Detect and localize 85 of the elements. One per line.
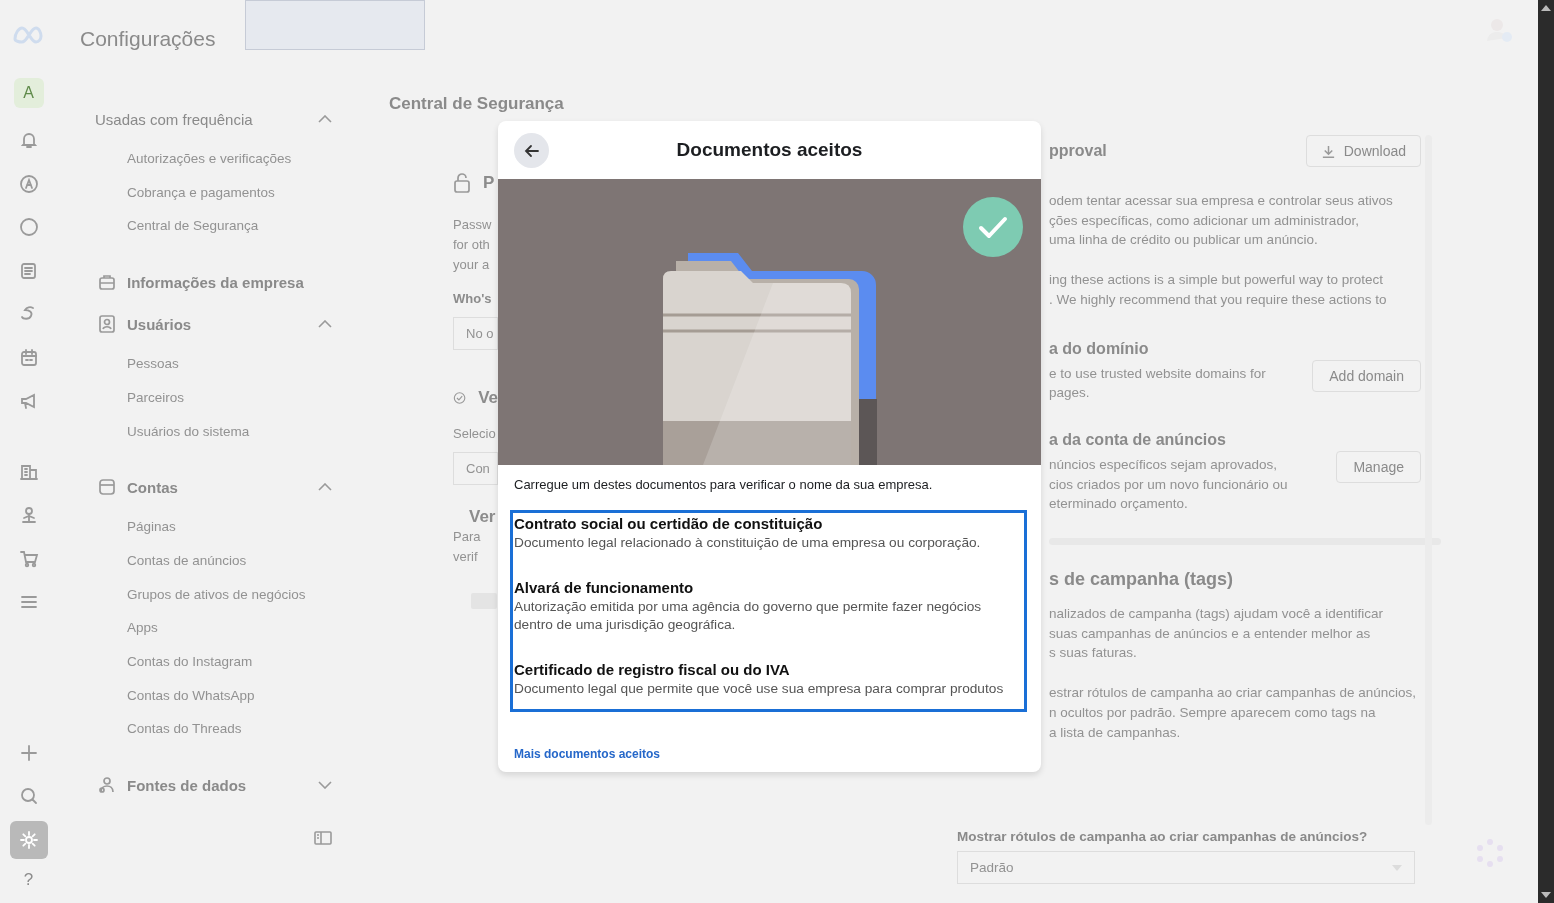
folder-icon bbox=[97, 477, 117, 498]
card-heading: a do domínio bbox=[1049, 339, 1149, 357]
sidebar-section-title[interactable]: Informações da empresa bbox=[127, 273, 332, 291]
briefcase-icon bbox=[97, 272, 117, 293]
description-text: ing these actions is a simple but powerful way to protect . We highly recommend that you require these actions to bbox=[1049, 271, 1388, 309]
sidebar-item[interactable]: Páginas bbox=[127, 510, 370, 544]
people-icon bbox=[97, 775, 117, 796]
more-documents-link[interactable]: Mais documentos aceitos bbox=[514, 747, 661, 761]
description-text: verif bbox=[453, 548, 479, 566]
chevron-up-icon[interactable] bbox=[318, 320, 332, 329]
sidebar-item[interactable]: Apps bbox=[127, 611, 370, 646]
sidebar-section-title[interactable]: Usadas com frequência bbox=[95, 110, 318, 128]
sidebar-item[interactable]: Contas do Instagram bbox=[127, 645, 370, 679]
chevron-up-icon[interactable] bbox=[318, 483, 332, 492]
sidebar-item[interactable]: Autorizações e verificações bbox=[127, 142, 370, 176]
document-icon bbox=[18, 260, 39, 281]
bell-icon bbox=[18, 130, 39, 150]
select-field[interactable]: Padrão bbox=[957, 851, 1415, 884]
sidebar-section-title[interactable]: Usuários bbox=[127, 315, 318, 333]
sidebar-section-title[interactable]: Fontes de dados bbox=[127, 776, 318, 794]
section-title: Central de Segurança bbox=[389, 94, 565, 114]
person-icon bbox=[97, 314, 117, 335]
back-arrow-icon bbox=[523, 142, 540, 159]
circle-a-icon bbox=[18, 173, 39, 194]
window-scrollbar[interactable] bbox=[1538, 0, 1554, 903]
search-icon bbox=[18, 786, 39, 806]
chevron-down-icon[interactable] bbox=[318, 781, 332, 790]
description-text: estrar rótulos de campanha ao criar campanhas de anúncios, n ocultos por padrão. Sempre aparecem como tags na a lista de campanhas. bbox=[1049, 684, 1417, 742]
download-icon bbox=[1320, 143, 1336, 159]
description-text: for oth bbox=[453, 236, 491, 254]
sidebar-item[interactable]: Pessoas bbox=[127, 347, 370, 381]
chevron-up-icon[interactable] bbox=[318, 115, 332, 123]
description-text: nalizados de campanha (tags) ajudam você a identificar suas campanhas de anúncios e a entender melhor as s suas faturas. bbox=[1049, 605, 1384, 663]
document-description: Autorização emitida por uma agência do governo que permite fazer negócios dentro de uma jurisdição geográfica. bbox=[514, 598, 983, 634]
panel-toggle-icon[interactable] bbox=[314, 831, 332, 846]
description-text: your a bbox=[453, 256, 491, 274]
select-field[interactable]: Con bbox=[453, 452, 498, 485]
page-title: Configurações bbox=[80, 27, 217, 51]
help-button[interactable]: ? bbox=[15, 868, 42, 892]
sidebar-item[interactable]: Central de Segurança bbox=[127, 209, 370, 244]
sidebar-item[interactable]: Grupos de ativos de negócios bbox=[127, 577, 370, 612]
document-title: Contrato social ou certidão de constituição bbox=[514, 514, 824, 534]
download-button[interactable]: Download bbox=[1305, 135, 1421, 167]
document-title: Certificado de registro fiscal ou do IVA bbox=[514, 660, 791, 680]
document-title: Alvará de funcionamento bbox=[514, 578, 695, 598]
card-heading: Ve bbox=[478, 388, 498, 408]
description-text: núncios específicos sejam aprovados, cios criados por um novo funcionário ou eterminado orçamento. bbox=[1049, 455, 1288, 514]
document-description: Documento legal que permite que você use sua empresa para comprar produtos bbox=[514, 680, 1005, 698]
card-heading: P bbox=[483, 173, 495, 193]
card-icon bbox=[471, 593, 497, 609]
sidebar-item[interactable]: Cobrança e pagamentos bbox=[127, 175, 370, 210]
description-text: Para bbox=[453, 528, 482, 546]
sidebar-section-title[interactable]: Contas bbox=[127, 478, 318, 496]
field-label: Who's bbox=[453, 290, 493, 308]
action-button[interactable]: Add domain bbox=[1312, 359, 1421, 392]
sidebar-item[interactable]: Usuários do sistema bbox=[127, 414, 370, 449]
gear-button[interactable] bbox=[9, 820, 48, 859]
instruction-text: Carregue um destes documentos para verificar o nome da sua empresa. bbox=[514, 477, 934, 493]
lock-icon bbox=[453, 173, 471, 193]
subheading: Ver bbox=[469, 507, 497, 527]
sidebar-item[interactable]: Parceiros bbox=[127, 380, 370, 415]
description-text: Selecio bbox=[453, 425, 497, 443]
calendar-icon bbox=[18, 347, 39, 368]
description-text: e to use trusted website domains for pages. bbox=[1049, 364, 1266, 403]
card-heading: pproval bbox=[1049, 142, 1107, 160]
question-label: Mostrar rótulos de campanha ao criar campanhas de anúncios? bbox=[957, 829, 1369, 844]
document-list[interactable] bbox=[510, 510, 1027, 712]
sidebar-item[interactable]: Contas do WhatsApp bbox=[127, 678, 370, 713]
plus-icon bbox=[18, 742, 39, 763]
card-heading: a da conta de anúncios bbox=[1049, 430, 1226, 448]
description-text: odem tentar acessar sua empresa e controlar seus ativos ções específicas, como adicionar um administrador, uma linha de crédito ou publicar um anúncio. bbox=[1049, 192, 1394, 250]
document-description: Documento legal relacionado à constituição de uma empresa ou corporação. bbox=[514, 534, 982, 552]
dialog-title: Documentos aceitos bbox=[676, 139, 863, 161]
cart-icon bbox=[18, 548, 39, 569]
card-heading: s de campanha (tags) bbox=[1049, 569, 1235, 591]
scroll-up-icon[interactable] bbox=[1541, 5, 1551, 11]
select-field[interactable]: No o bbox=[453, 317, 498, 350]
scroll-down-icon[interactable] bbox=[1541, 892, 1551, 898]
sidebar-item[interactable]: Contas de anúncios bbox=[127, 543, 370, 578]
gear-icon bbox=[18, 829, 39, 850]
account-avatar[interactable]: A bbox=[13, 78, 44, 108]
action-button[interactable]: Manage bbox=[1336, 450, 1421, 483]
sidebar-item[interactable]: Contas do Threads bbox=[127, 712, 370, 747]
back-button[interactable] bbox=[514, 133, 549, 168]
description-text: Passw bbox=[453, 216, 493, 234]
